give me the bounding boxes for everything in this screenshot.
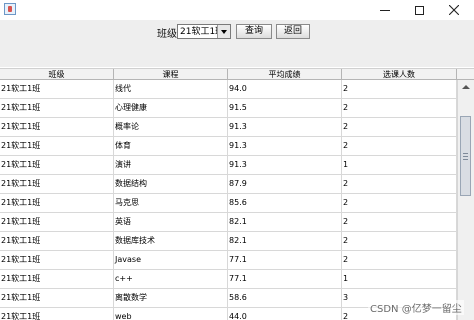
cell-course[interactable]: 体育 — [114, 137, 228, 155]
cell-average-score[interactable]: 91.3 — [228, 156, 342, 174]
minimize-button[interactable] — [368, 0, 402, 20]
table-row[interactable]: 21软工1班 心理健康 91.5 2 — [0, 99, 457, 118]
cell-enrollment-count[interactable]: 2 — [342, 99, 457, 117]
cell-course[interactable]: 心理健康 — [114, 99, 228, 117]
cell-average-score[interactable]: 87.9 — [228, 175, 342, 193]
cell-course[interactable]: 马克思 — [114, 194, 228, 212]
table-body: 21软工1班 线代 94.0 2 21软工1班 心理健康 91.5 2 21软工1班 概率论 91.… — [0, 80, 457, 320]
cell-class[interactable]: 21软工1班 — [0, 118, 114, 136]
cell-class[interactable]: 21软工1班 — [0, 213, 114, 231]
cell-course[interactable]: 概率论 — [114, 118, 228, 136]
cell-class[interactable]: 21软工1班 — [0, 156, 114, 174]
cell-course[interactable]: 数据库技术 — [114, 232, 228, 250]
table-row[interactable]: 21软工1班 c++ 77.1 1 — [0, 270, 457, 289]
table-row[interactable]: 21软工1班 演讲 91.3 1 — [0, 156, 457, 175]
cell-average-score[interactable]: 77.1 — [228, 270, 342, 288]
cell-course[interactable]: Javase — [114, 251, 228, 269]
cell-enrollment-count[interactable]: 1 — [342, 270, 457, 288]
cell-average-score[interactable]: 85.6 — [228, 194, 342, 212]
cell-enrollment-count[interactable]: 2 — [342, 175, 457, 193]
thumb-grip-line — [463, 156, 468, 157]
cell-course[interactable]: 离散数学 — [114, 289, 228, 307]
maximize-button[interactable] — [402, 0, 436, 20]
cell-enrollment-count[interactable]: 2 — [342, 213, 457, 231]
table-row[interactable]: 21软工1班 概率论 91.3 2 — [0, 118, 457, 137]
thumb-grip-line — [463, 159, 468, 160]
scroll-up-arrow-icon[interactable] — [458, 80, 474, 94]
cell-class[interactable]: 21软工1班 — [0, 194, 114, 212]
header-course[interactable]: 课程 — [114, 69, 228, 80]
header-class[interactable]: 班级 — [0, 69, 114, 80]
thumb-grip-line — [463, 153, 468, 154]
class-select[interactable]: 21软工1班 — [177, 24, 231, 39]
cell-class[interactable]: 21软工1班 — [0, 137, 114, 155]
cell-enrollment-count[interactable]: 2 — [342, 118, 457, 136]
cell-enrollment-count[interactable]: 2 — [342, 137, 457, 155]
table-header: 班级 课程 平均成绩 选课人数 — [0, 68, 474, 80]
cell-class[interactable]: 21软工1班 — [0, 232, 114, 250]
close-icon — [449, 5, 459, 15]
minimize-icon — [380, 9, 390, 11]
cell-average-score[interactable]: 91.5 — [228, 99, 342, 117]
table-row[interactable]: 21软工1班 马克思 85.6 2 — [0, 194, 457, 213]
cell-enrollment-count[interactable]: 2 — [342, 80, 457, 98]
cell-enrollment-count[interactable]: 2 — [342, 251, 457, 269]
header-enrollment-count[interactable]: 选课人数 — [342, 69, 457, 80]
cell-average-score[interactable]: 91.3 — [228, 137, 342, 155]
table-row[interactable]: 21软工1班 体育 91.3 2 — [0, 137, 457, 156]
cell-enrollment-count[interactable]: 1 — [342, 156, 457, 174]
cell-course[interactable]: 英语 — [114, 213, 228, 231]
table-row[interactable]: 21软工1班 数据库技术 82.1 2 — [0, 232, 457, 251]
vertical-scrollbar[interactable] — [457, 80, 474, 320]
cell-class[interactable]: 21软工1班 — [0, 99, 114, 117]
table-row[interactable]: 21软工1班 数据结构 87.9 2 — [0, 175, 457, 194]
table-row[interactable]: 21软工1班 英语 82.1 2 — [0, 213, 457, 232]
cell-course[interactable]: c++ — [114, 270, 228, 288]
watermark: CSDN @亿梦一留尘 — [368, 300, 464, 315]
cell-course[interactable]: web — [114, 308, 228, 320]
table-row[interactable]: 21软工1班 Javase 77.1 2 — [0, 251, 457, 270]
maximize-icon — [414, 5, 424, 15]
class-select-dropdown-button[interactable] — [217, 25, 230, 38]
chevron-down-icon — [221, 30, 227, 34]
cell-average-score[interactable]: 77.1 — [228, 251, 342, 269]
cell-average-score[interactable]: 94.0 — [228, 80, 342, 98]
cell-course[interactable]: 演讲 — [114, 156, 228, 174]
title-bar — [0, 0, 474, 21]
cell-average-score[interactable]: 82.1 — [228, 213, 342, 231]
cell-class[interactable]: 21软工1班 — [0, 289, 114, 307]
header-average-score[interactable]: 平均成绩 — [228, 69, 342, 80]
cell-class[interactable]: 21软工1班 — [0, 251, 114, 269]
table-row[interactable]: 21软工1班 线代 94.0 2 — [0, 80, 457, 99]
cell-average-score[interactable]: 82.1 — [228, 232, 342, 250]
cell-enrollment-count[interactable]: 2 — [342, 194, 457, 212]
scroll-thumb[interactable] — [460, 116, 471, 196]
class-select-value: 21软工1班 — [180, 27, 218, 37]
cell-class[interactable]: 21软工1班 — [0, 80, 114, 98]
java-app-icon — [4, 3, 16, 15]
cell-average-score[interactable]: 44.0 — [228, 308, 342, 320]
cell-enrollment-count[interactable]: 2 — [342, 232, 457, 250]
cell-average-score[interactable]: 58.6 — [228, 289, 342, 307]
cell-course[interactable]: 线代 — [114, 80, 228, 98]
cell-class[interactable]: 21软工1班 — [0, 270, 114, 288]
query-button[interactable]: 查询 — [236, 24, 272, 39]
cell-class[interactable]: 21软工1班 — [0, 308, 114, 320]
cell-course[interactable]: 数据结构 — [114, 175, 228, 193]
cell-class[interactable]: 21软工1班 — [0, 175, 114, 193]
close-button[interactable] — [437, 0, 471, 20]
cell-average-score[interactable]: 91.3 — [228, 118, 342, 136]
back-button[interactable]: 返回 — [276, 24, 310, 39]
